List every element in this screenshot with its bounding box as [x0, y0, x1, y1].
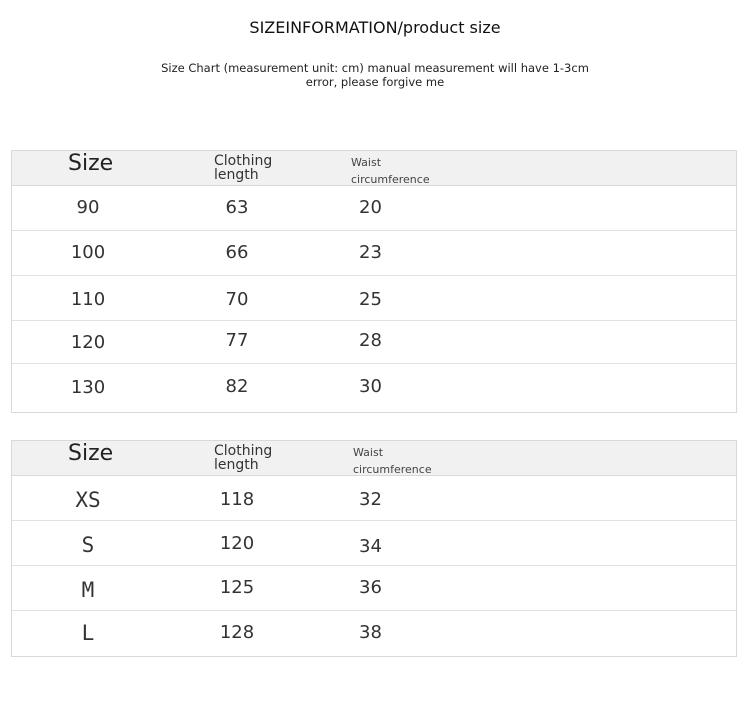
header-clothing-length-line2: length	[214, 457, 259, 473]
header-clothing-length-line2: length	[214, 167, 259, 183]
note-line-1: Size Chart (measurement unit: cm) manual…	[161, 61, 589, 75]
cell-size: S	[81, 533, 95, 557]
table-row: L 128 38	[12, 611, 736, 656]
cell-waist: 28	[359, 330, 382, 351]
cell-length: 70	[225, 289, 249, 310]
cell-waist: 23	[359, 242, 382, 263]
header-waist-circumference: Waist circumference	[351, 154, 461, 188]
header-clothing-length: Clothing length	[214, 444, 294, 472]
cell-length: 120	[219, 533, 255, 554]
table-row: 110 70 25	[12, 276, 736, 321]
cell-length: 125	[219, 577, 255, 598]
cell-waist: 34	[359, 536, 382, 557]
cell-size: L	[81, 621, 95, 645]
cell-size: 90	[76, 197, 100, 218]
note-line-2: error, please forgive me	[305, 75, 445, 89]
header-waist-circumference: Waist circumference	[353, 444, 463, 478]
cell-size: 130	[70, 377, 106, 398]
cell-waist: 32	[359, 489, 382, 510]
size-table-kids: Size Clothing length Waist circumference…	[11, 150, 737, 413]
cell-waist: 30	[359, 376, 382, 397]
cell-length: 128	[219, 622, 255, 643]
cell-length: 82	[225, 376, 249, 397]
table-header: Size Clothing length Waist circumference	[12, 151, 736, 186]
cell-size: 100	[70, 242, 106, 263]
cell-size: M	[81, 578, 95, 602]
header-size: Size	[68, 151, 114, 176]
table-row: XS 118 32	[12, 476, 736, 521]
header-clothing-length-line1: Clothing	[214, 443, 273, 459]
cell-length: 77	[225, 330, 249, 351]
header-clothing-length-line1: Clothing	[214, 153, 273, 169]
size-table-adult: Size Clothing length Waist circumference…	[11, 440, 737, 657]
header-waist-line1: Waist	[353, 446, 384, 459]
table-row: 90 63 20	[12, 186, 736, 231]
table-header: Size Clothing length Waist circumference	[12, 441, 736, 476]
measurement-note: Size Chart (measurement unit: cm) manual…	[150, 61, 600, 89]
header-clothing-length: Clothing length	[214, 154, 294, 182]
cell-length: 118	[219, 489, 255, 510]
cell-waist: 38	[359, 622, 382, 643]
cell-length: 63	[225, 197, 249, 218]
table-row: 130 82 30	[12, 364, 736, 412]
header-waist-line1: Waist	[351, 156, 382, 169]
table-row: 120 77 28	[12, 321, 736, 364]
page-title: SIZEINFORMATION/product size	[249, 18, 501, 37]
cell-size: 110	[70, 289, 106, 310]
cell-waist: 25	[359, 289, 382, 310]
cell-size: 120	[70, 332, 106, 353]
cell-length: 66	[225, 242, 249, 263]
cell-waist: 36	[359, 577, 382, 598]
cell-waist: 20	[359, 197, 382, 218]
table-row: M 125 36	[12, 566, 736, 611]
cell-size: XS	[75, 488, 101, 512]
table-row: S 120 34	[12, 521, 736, 566]
header-size: Size	[68, 441, 114, 466]
table-row: 100 66 23	[12, 231, 736, 276]
